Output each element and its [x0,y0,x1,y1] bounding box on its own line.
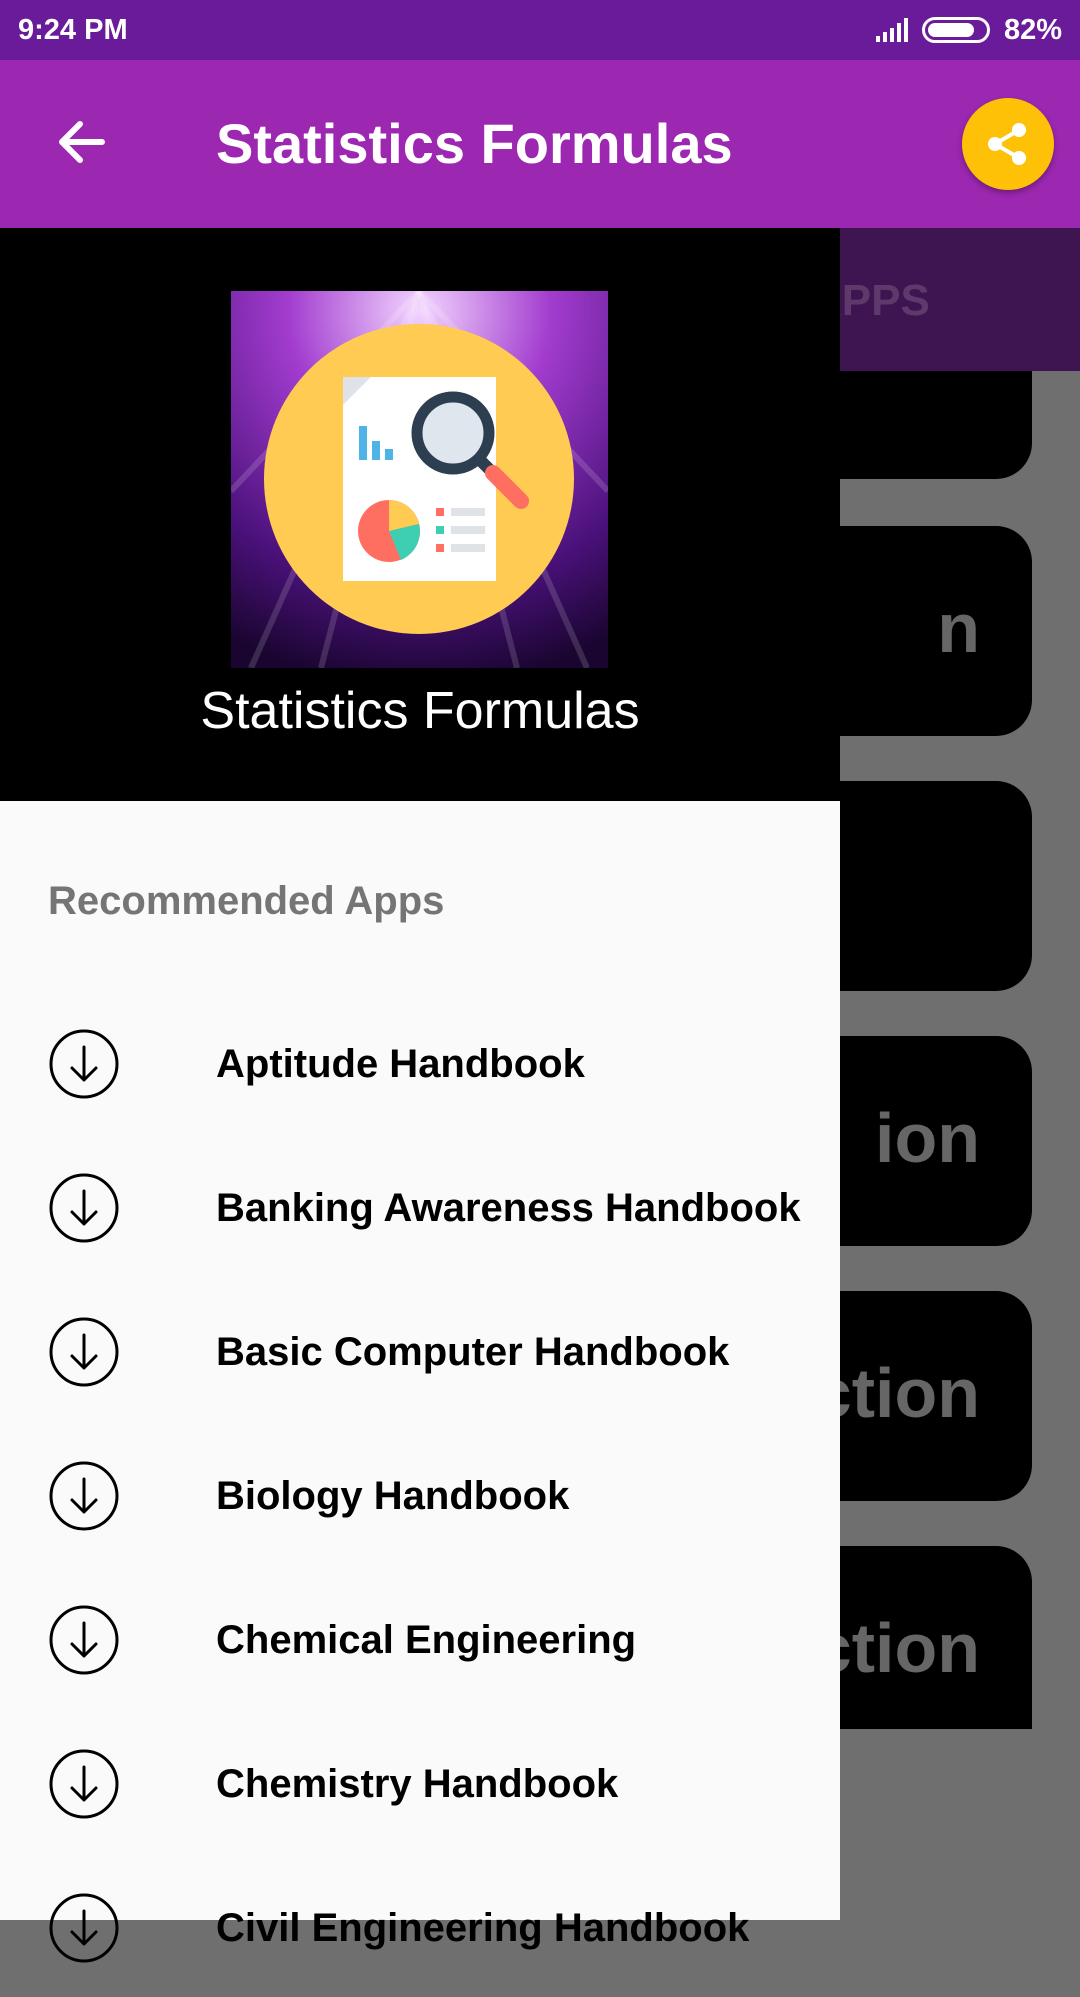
navigation-drawer: Statistics Formulas Recommended Apps Apt… [0,228,840,1963]
menu-item-label: Chemistry Handbook [216,1762,619,1806]
section-label: Recommended Apps [48,879,445,923]
app-bar: Statistics Formulas [0,60,1080,228]
menu-item-aptitude-handbook[interactable]: Aptitude Handbook [0,993,840,1133]
menu-item-civil-engineering-handbook[interactable]: Civil Engineering Handbook [0,1857,840,1997]
menu-item-chemical-engineering[interactable]: Chemical Engineering [0,1569,840,1709]
status-icons: 82% [875,13,1062,47]
menu-item-banking-awareness-handbook[interactable]: Banking Awareness Handbook [0,1137,840,1277]
menu-item-label: Civil Engineering Handbook [216,1906,750,1950]
drawer-header: Statistics Formulas [0,228,840,801]
page-title: Statistics Formulas [216,112,733,175]
share-icon [988,123,1026,165]
menu-item-basic-computer-handbook[interactable]: Basic Computer Handbook [0,1281,840,1421]
download-icon [48,1172,120,1244]
download-icon [48,1028,120,1100]
menu-item-label: Basic Computer Handbook [216,1330,730,1374]
menu-item-label: Chemical Engineering [216,1618,637,1662]
battery-percent: 82% [1003,13,1062,46]
signal-icon [875,18,908,42]
app-logo [231,291,608,668]
menu-item-label: Biology Handbook [216,1474,570,1518]
arrow-back-icon[interactable] [52,112,112,172]
share-button[interactable] [962,98,1054,190]
status-time: 9:24 PM [18,13,128,46]
download-icon [48,1892,120,1964]
download-icon [48,1604,120,1676]
battery-icon [921,17,990,43]
status-bar: 9:24 PM 82% [0,0,1080,60]
download-icon [48,1316,120,1388]
download-icon [48,1748,120,1820]
drawer-app-name: Statistics Formulas [200,682,640,740]
menu-item-chemistry-handbook[interactable]: Chemistry Handbook [0,1713,840,1853]
menu-item-label: Aptitude Handbook [216,1042,585,1086]
menu-item-label: Banking Awareness Handbook [216,1186,801,1230]
menu-item-biology-handbook[interactable]: Biology Handbook [0,1425,840,1565]
download-icon [48,1460,120,1532]
